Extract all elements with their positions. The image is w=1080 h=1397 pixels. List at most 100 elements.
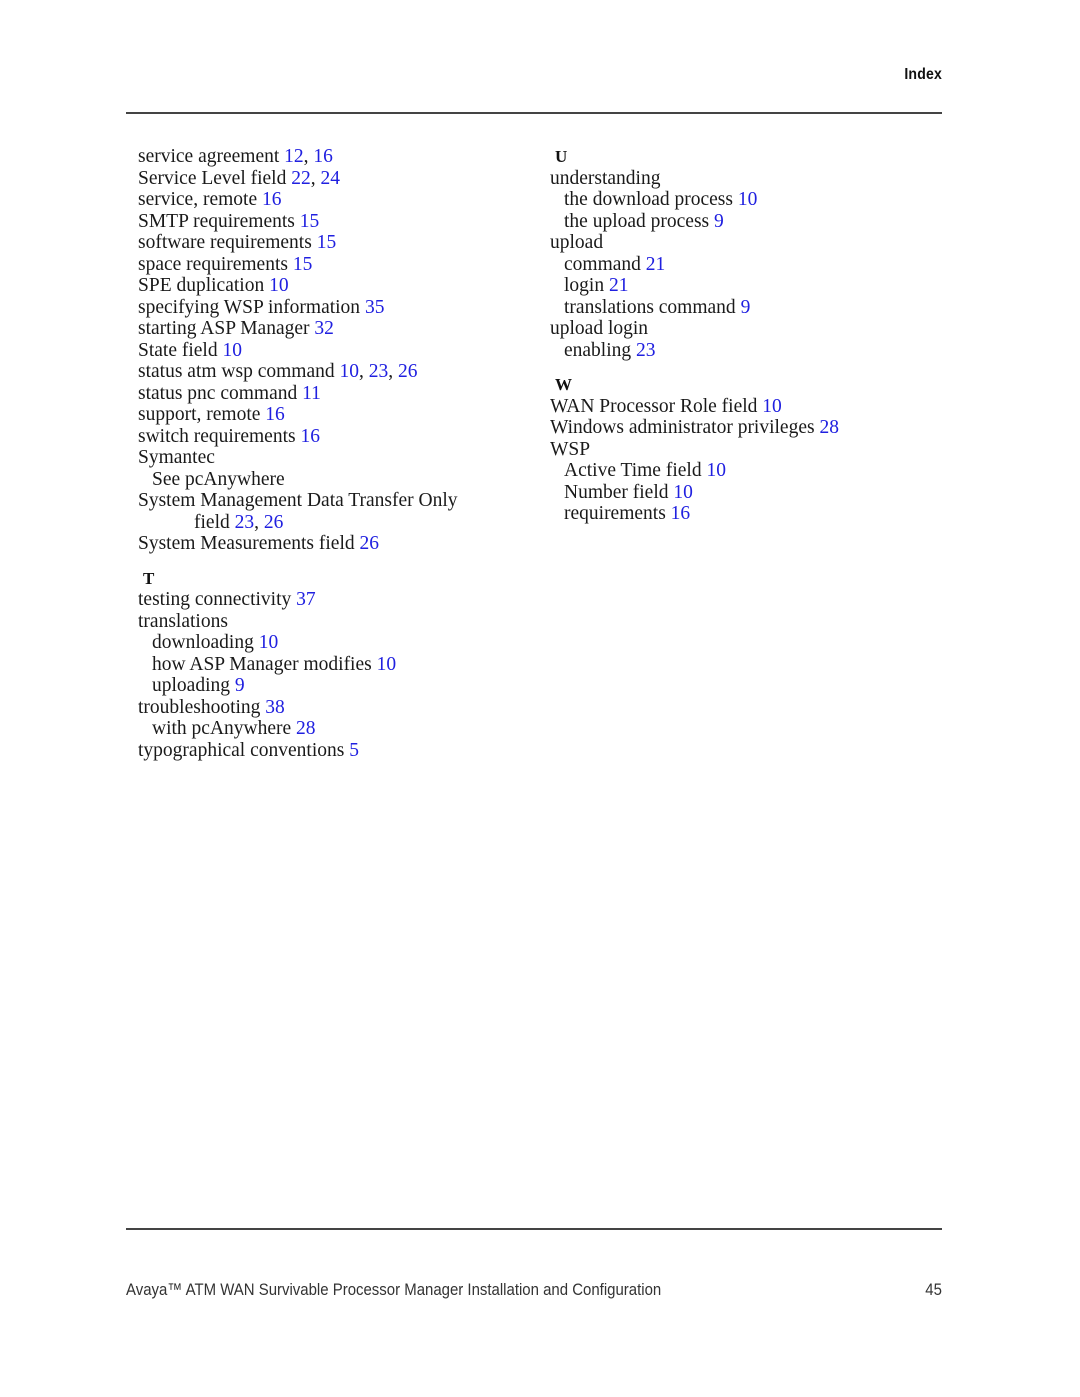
index-page-link[interactable]: 21: [646, 254, 666, 275]
index-section: Uunderstanding the download process 10 the…: [550, 146, 950, 361]
index-page-link[interactable]: 28: [296, 718, 316, 739]
index-entry: troubleshooting 38: [138, 697, 538, 719]
index-entry-term: requirements: [564, 503, 666, 524]
index-entry-term: translations command: [564, 296, 736, 318]
page-footer: Avaya™ ATM WAN Survivable Processor Mana…: [126, 1280, 942, 1300]
index-entry-term: SMTP requirements: [138, 210, 295, 232]
index-page-link[interactable]: 11: [302, 383, 321, 404]
index-entry: testing connectivity 37: [138, 589, 538, 611]
index-page-link[interactable]: 9: [235, 675, 245, 696]
index-entry: field 23, 26: [138, 512, 538, 534]
index-page-link[interactable]: 23: [636, 340, 656, 361]
index-entry-term: upload login: [550, 318, 649, 339]
index-entry-term: Symantec: [138, 447, 215, 468]
index-page-link[interactable]: 16: [265, 404, 285, 425]
index-page-link[interactable]: 10: [339, 361, 359, 382]
index-entry-term: State field: [138, 339, 218, 361]
index-entry-term: specifying WSP information: [138, 296, 361, 318]
index-page-link[interactable]: 10: [738, 189, 758, 210]
index-entry: status pnc command 11: [138, 383, 538, 405]
index-entry: System Measurements field 26: [138, 533, 538, 555]
index-entry-term: how ASP Manager modifies: [152, 653, 372, 675]
index-entry-term: the download process: [564, 189, 733, 210]
index-entry-term: uploading: [152, 675, 230, 696]
index-page-link[interactable]: 23: [235, 512, 255, 533]
index-entry: upload login: [550, 318, 950, 340]
index-page-link[interactable]: 26: [360, 533, 380, 554]
index-entry-term: translations: [138, 610, 228, 632]
index-left-column: service agreement 12, 16 Service Level fi…: [138, 146, 538, 761]
footer-page-number: 45: [925, 1280, 942, 1299]
index-page-link[interactable]: 10: [762, 396, 782, 417]
index-page-separator: ,: [303, 146, 314, 167]
index-section: Ttesting connectivity 37 translations down…: [138, 568, 538, 762]
index-entry-term: command: [564, 253, 641, 275]
index-entry: downloading 10: [138, 632, 538, 654]
index-page-link[interactable]: 15: [293, 254, 313, 275]
index-entry: SPE duplication 10: [138, 275, 538, 297]
index-page-link[interactable]: 16: [262, 189, 282, 210]
index-page-link[interactable]: 10: [706, 460, 726, 481]
index-page-link[interactable]: 26: [398, 361, 418, 382]
index-page-link[interactable]: 12: [284, 146, 304, 167]
index-page-link[interactable]: 16: [313, 146, 333, 167]
index-entry-term: software requirements: [138, 232, 312, 253]
index-entry: space requirements 15: [138, 254, 538, 276]
index-entry: the download process 10: [550, 189, 950, 211]
index-page-link[interactable]: 22: [291, 168, 311, 189]
index-entry: requirements 16: [550, 503, 950, 525]
index-entry: uploading 9: [138, 675, 538, 697]
index-letter-heading: U: [555, 147, 568, 166]
index-entry: starting ASP Manager 32: [138, 318, 538, 340]
index-entry-term: switch requirements: [138, 425, 296, 447]
index-entry-term: support, remote: [138, 404, 261, 425]
index-entry-term: System Management Data Transfer Only: [138, 490, 458, 511]
index-page-link[interactable]: 24: [320, 168, 340, 189]
index-page-link[interactable]: 10: [377, 654, 397, 675]
index-entry-term: Service Level field: [138, 167, 287, 189]
index-page-link[interactable]: 16: [300, 426, 320, 447]
index-page-link[interactable]: 9: [714, 211, 724, 232]
index-page-link[interactable]: 5: [349, 740, 359, 761]
index-page-link[interactable]: 28: [819, 417, 839, 438]
index-page-link[interactable]: 10: [269, 275, 289, 296]
index-entry: WSP: [550, 439, 950, 461]
index-page-separator: ,: [388, 361, 398, 382]
index-page-link[interactable]: 35: [365, 297, 385, 318]
index-page-link[interactable]: 37: [296, 589, 316, 610]
index-entry-term: WAN Processor Role field: [550, 395, 758, 417]
index-entry: enabling 23: [550, 340, 950, 362]
index-page-link[interactable]: 26: [264, 512, 284, 533]
index-page-link[interactable]: 10: [673, 482, 693, 503]
index-entry: translations command 9: [550, 297, 950, 319]
index-page-link[interactable]: 38: [265, 697, 285, 718]
index-page-link[interactable]: 21: [609, 275, 629, 296]
index-entry-term: WSP: [550, 438, 591, 460]
index-entry-term: See pcAnywhere: [152, 468, 285, 490]
index-page-link[interactable]: 32: [314, 318, 334, 339]
index-entry-term: status atm wsp command: [138, 361, 335, 382]
index-page-link[interactable]: 16: [671, 503, 691, 524]
index-entry-term: testing connectivity: [138, 589, 292, 610]
index-entry: Windows administrator privileges 28: [550, 417, 950, 439]
index-page-link[interactable]: 10: [259, 632, 279, 653]
index-entry: translations: [138, 611, 538, 633]
index-entry-term: upload: [550, 232, 604, 253]
index-entry: State field 10: [138, 340, 538, 362]
index-page-link[interactable]: 10: [222, 340, 242, 361]
index-entry-term: Active Time field: [564, 460, 702, 481]
index-page-link[interactable]: 23: [369, 361, 389, 382]
index-entry: Active Time field 10: [550, 460, 950, 482]
index-entry-term: login: [564, 275, 605, 296]
index-entry-term: field: [194, 511, 230, 533]
index-page-link[interactable]: 15: [300, 211, 320, 232]
index-entry-term: downloading: [152, 632, 254, 653]
index-section: service agreement 12, 16 Service Level fi…: [138, 146, 538, 555]
footer-document-title: Avaya™ ATM WAN Survivable Processor Mana…: [126, 1280, 662, 1299]
index-entry-term: status pnc command: [138, 382, 298, 404]
index-entry: Service Level field 22, 24: [138, 168, 538, 190]
index-page-link[interactable]: 15: [317, 232, 337, 253]
index-page-link[interactable]: 9: [741, 297, 751, 318]
index-entry-term: service, remote: [138, 189, 258, 210]
index-entry: specifying WSP information 35: [138, 297, 538, 319]
